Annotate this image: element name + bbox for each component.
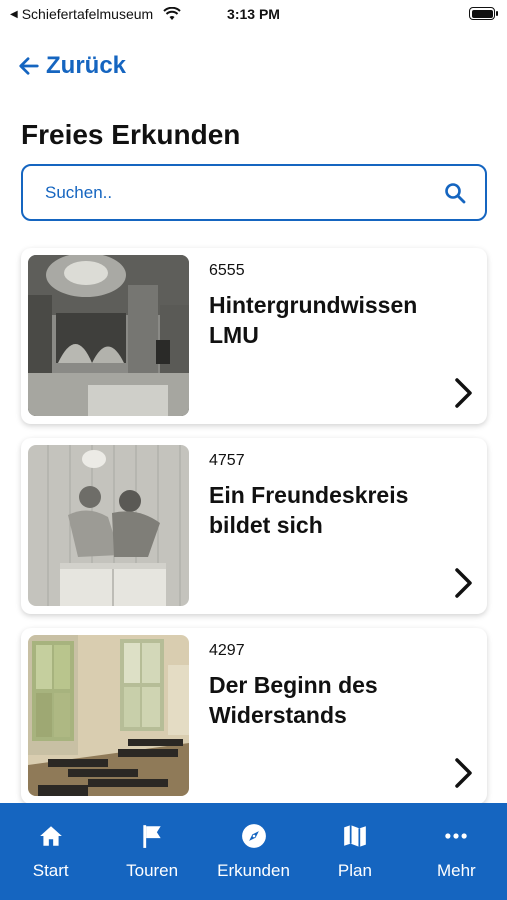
- card-id: 6555: [209, 262, 245, 279]
- status-time: 3:13 PM: [227, 6, 280, 22]
- tab-label: Erkunden: [217, 861, 290, 880]
- card-image-lecture-hall: [28, 635, 189, 796]
- back-button[interactable]: Zurück: [18, 52, 126, 80]
- card-image-hall: [28, 255, 189, 416]
- chevron-right-icon: [455, 758, 472, 788]
- map-icon: [344, 825, 366, 847]
- tab-start[interactable]: Start: [0, 803, 101, 900]
- card-id: 4297: [209, 642, 245, 659]
- search-icon[interactable]: [443, 181, 467, 205]
- tab-label: Start: [32, 861, 69, 880]
- chevron-right-icon: [455, 378, 472, 408]
- status-bar: ◀ Schiefertafelmuseum 3:13 PM: [0, 0, 507, 30]
- card-title: Hintergrundwissen LMU: [209, 292, 418, 348]
- back-label: Zurück: [46, 52, 127, 79]
- tab-erkunden[interactable]: Erkunden: [203, 803, 304, 900]
- card-image-friends: [28, 445, 189, 606]
- tab-mehr[interactable]: Mehr: [406, 803, 507, 900]
- more-icon: [445, 833, 468, 839]
- chevron-right-icon: [455, 568, 472, 598]
- card-title: Der Beginn des Widerstands: [209, 672, 378, 728]
- tab-label: Mehr: [436, 861, 476, 880]
- battery-icon: [469, 7, 498, 20]
- home-icon: [39, 826, 62, 846]
- tab-bar: Start Touren Erkunden Plan Mehr: [0, 803, 507, 900]
- search-input[interactable]: [45, 182, 443, 203]
- historic-hall-photo: [28, 255, 189, 416]
- search-box[interactable]: [21, 164, 487, 221]
- list-item[interactable]: 6555 Hintergrundwissen LMU: [21, 248, 487, 424]
- tab-label: Touren: [126, 861, 179, 880]
- flag-icon: [143, 825, 161, 848]
- page-title: Freies Erkunden: [21, 119, 241, 150]
- card-list: 6555 Hintergrundwissen LMU 4757 Ein Freu…: [21, 248, 487, 818]
- tab-plan[interactable]: Plan: [304, 803, 405, 900]
- card-id: 4757: [209, 452, 245, 469]
- tab-touren[interactable]: Touren: [101, 803, 202, 900]
- list-item[interactable]: 4297 Der Beginn des Widerstands: [21, 628, 487, 804]
- arrow-left-icon: [19, 57, 39, 75]
- card-title: Ein Freundeskreis bildet sich: [209, 482, 409, 538]
- lecture-hall-photo: [28, 635, 189, 796]
- tab-label: Plan: [337, 861, 372, 880]
- list-item[interactable]: 4757 Ein Freundeskreis bildet sich: [21, 438, 487, 614]
- two-men-photo: [28, 445, 189, 606]
- compass-icon: [241, 824, 266, 848]
